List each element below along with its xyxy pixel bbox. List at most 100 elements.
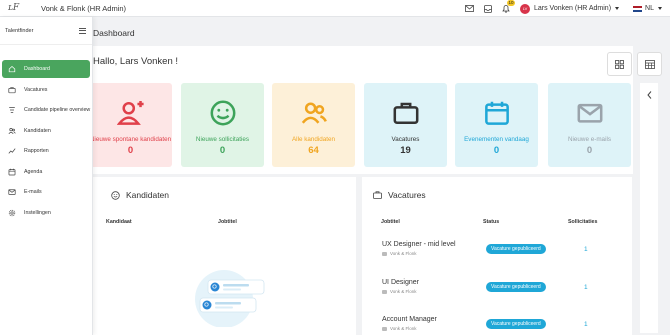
briefcase-icon bbox=[373, 190, 382, 200]
sidebar-title: Talentfinder bbox=[5, 27, 34, 34]
vacancy-company: Vonk & Flonk bbox=[382, 289, 417, 294]
panel-title-text: Kandidaten bbox=[126, 190, 170, 200]
sidebar-item-kandidaten[interactable]: Kandidaten bbox=[2, 122, 90, 140]
kandidaten-panel-title: Kandidaten bbox=[111, 190, 169, 200]
vacancy-title[interactable]: UX Designer - mid level bbox=[382, 241, 456, 248]
stat-card-value: 19 bbox=[400, 144, 411, 156]
side-panel-toggle[interactable] bbox=[640, 83, 658, 333]
pipeline-icon bbox=[8, 106, 16, 114]
sidebar-header: Talentfinder bbox=[0, 17, 92, 45]
building-icon bbox=[382, 251, 387, 256]
mail-icon bbox=[8, 188, 16, 196]
vacatures-panel: Vacatures Jobtitel Status Sollicitaties … bbox=[362, 177, 632, 335]
table-icon bbox=[644, 59, 655, 69]
company-label: Vonk & Flonk bbox=[390, 251, 417, 256]
mail-icon bbox=[548, 95, 631, 131]
column-header-jobtitle[interactable]: Jobtitel bbox=[218, 219, 237, 225]
building-icon bbox=[382, 326, 387, 331]
sidebar-item-label: Dashboard bbox=[24, 66, 50, 72]
table-row[interactable]: Account Manager Vonk & Flonk Vacature gepu… bbox=[362, 316, 632, 335]
stat-card-label: Nieuwe e-mails bbox=[567, 136, 612, 143]
users-icon bbox=[8, 127, 16, 135]
welcome-row: Hallo, Lars Vonken ! bbox=[93, 46, 633, 78]
chevron-down-icon bbox=[615, 7, 620, 10]
sidebar-item-agenda[interactable]: Agenda bbox=[2, 163, 90, 181]
sidebar-item-label: Candidate pipeline overview bbox=[24, 107, 91, 113]
column-header-status[interactable]: Status bbox=[483, 219, 499, 225]
applications-count[interactable]: 1 bbox=[584, 284, 588, 291]
sidebar-item-label: Vacatures bbox=[24, 86, 48, 93]
vacancy-company: Vonk & Flonk bbox=[382, 326, 417, 331]
briefcase-icon bbox=[364, 95, 447, 131]
users-icon bbox=[272, 95, 355, 131]
company-name: Vonk & Flonk (HR Admin) bbox=[41, 4, 127, 13]
table-row[interactable]: UI Designer Vonk & Flonk Vacature gepublic… bbox=[362, 279, 632, 309]
applications-count[interactable]: 1 bbox=[584, 246, 588, 253]
column-header-jobtitle[interactable]: Jobtitel bbox=[381, 219, 400, 225]
stat-card[interactable]: Vacatures 19 bbox=[364, 83, 447, 167]
stat-card-value: 0 bbox=[127, 144, 134, 156]
vacancy-title[interactable]: Account Manager bbox=[382, 316, 437, 323]
sidebar-item-e-mails[interactable]: E-mails bbox=[2, 183, 90, 201]
welcome-text: Hallo, Lars Vonken ! bbox=[93, 56, 179, 67]
status-badge: Vacature gepubliceerd bbox=[486, 282, 546, 292]
sidebar-item-candidate-pipeline-overview[interactable]: Candidate pipeline overview bbox=[2, 101, 90, 119]
gear-icon bbox=[8, 209, 16, 217]
hamburger-menu-icon[interactable] bbox=[79, 27, 86, 34]
vacancy-title[interactable]: UI Designer bbox=[382, 279, 419, 286]
stat-card-label: Vacatures bbox=[391, 136, 420, 143]
company-label: Vonk & Flonk bbox=[390, 289, 417, 294]
table-row[interactable]: UX Designer - mid level Vonk & Flonk Vacat… bbox=[362, 241, 632, 271]
empty-state-illustration bbox=[195, 270, 265, 327]
sidebar-item-instellingen[interactable]: Instellingen bbox=[2, 204, 90, 222]
user-plus-icon bbox=[89, 95, 172, 131]
top-actions: 10 LV Lars Vonken (HR Admin) NL bbox=[456, 0, 662, 17]
stat-card[interactable]: Evenementen vandaag 0 bbox=[455, 83, 538, 167]
calendar-icon bbox=[8, 168, 16, 176]
grid-view-button[interactable] bbox=[607, 52, 632, 76]
column-header-applications[interactable]: Sollicitaties bbox=[568, 219, 597, 225]
smiley-icon bbox=[181, 95, 264, 131]
applications-count[interactable]: 1 bbox=[584, 321, 588, 328]
stat-card[interactable]: Nieuwe e-mails 0 bbox=[548, 83, 631, 167]
bell-icon[interactable]: 10 bbox=[501, 0, 515, 13]
smiley-icon bbox=[111, 190, 120, 200]
chart-line-icon bbox=[8, 147, 16, 155]
column-header-candidate[interactable]: Kandidaat bbox=[106, 219, 132, 225]
sidebar-item-label: Instellingen bbox=[24, 209, 51, 216]
language-selector[interactable]: NL bbox=[633, 5, 662, 12]
user-menu[interactable]: LV Lars Vonken (HR Admin) bbox=[520, 3, 620, 14]
sidebar-item-vacatures[interactable]: Vacatures bbox=[2, 81, 90, 99]
table-view-button[interactable] bbox=[637, 52, 662, 76]
language-code: NL bbox=[645, 5, 654, 12]
stat-card-label: Nieuwe sollicitaties bbox=[195, 136, 250, 143]
user-name: Lars Vonken (HR Admin) bbox=[534, 5, 612, 12]
stat-card[interactable]: Nieuwe sollicitaties 0 bbox=[181, 83, 264, 167]
calendar-icon bbox=[455, 95, 538, 131]
kandidaten-panel: Kandidaten Kandidaat Jobtitel bbox=[93, 177, 356, 335]
top-bar: ʟF Vonk & Flonk (HR Admin) 10 LV Lars Vo… bbox=[0, 0, 670, 17]
sidebar-item-label: Agenda bbox=[24, 168, 43, 175]
sidebar-item-label: Kandidaten bbox=[24, 127, 51, 134]
app-logo[interactable]: ʟF bbox=[8, 3, 19, 13]
panel-title-text: Vacatures bbox=[388, 190, 426, 200]
status-badge: Vacature gepubliceerd bbox=[486, 319, 546, 329]
page-title: Dashboard bbox=[93, 28, 135, 38]
mail-icon[interactable] bbox=[465, 4, 474, 13]
stat-card[interactable]: Alle kandidaten 64 bbox=[272, 83, 355, 167]
stat-card[interactable]: Nieuwe spontane kandidaten 0 bbox=[89, 83, 172, 167]
chevron-down-icon bbox=[658, 7, 662, 10]
status-badge: Vacature gepubliceerd bbox=[486, 244, 546, 254]
sidebar-item-label: E-mails bbox=[24, 189, 42, 195]
stat-card-value: 0 bbox=[219, 144, 226, 156]
stat-card-label: Evenementen vandaag bbox=[464, 136, 529, 143]
stat-card-label: Nieuwe spontane kandidaten bbox=[89, 136, 172, 143]
inbox-icon[interactable] bbox=[483, 4, 492, 13]
stat-card-value: 0 bbox=[586, 144, 593, 156]
stat-card-value: 0 bbox=[493, 144, 500, 156]
notification-badge: 10 bbox=[506, 0, 515, 6]
vacatures-panel-title: Vacatures bbox=[373, 190, 426, 200]
grid-icon bbox=[615, 59, 624, 69]
sidebar-item-rapporten[interactable]: Rapporten bbox=[2, 142, 90, 160]
sidebar-item-dashboard[interactable]: Dashboard bbox=[2, 60, 90, 78]
